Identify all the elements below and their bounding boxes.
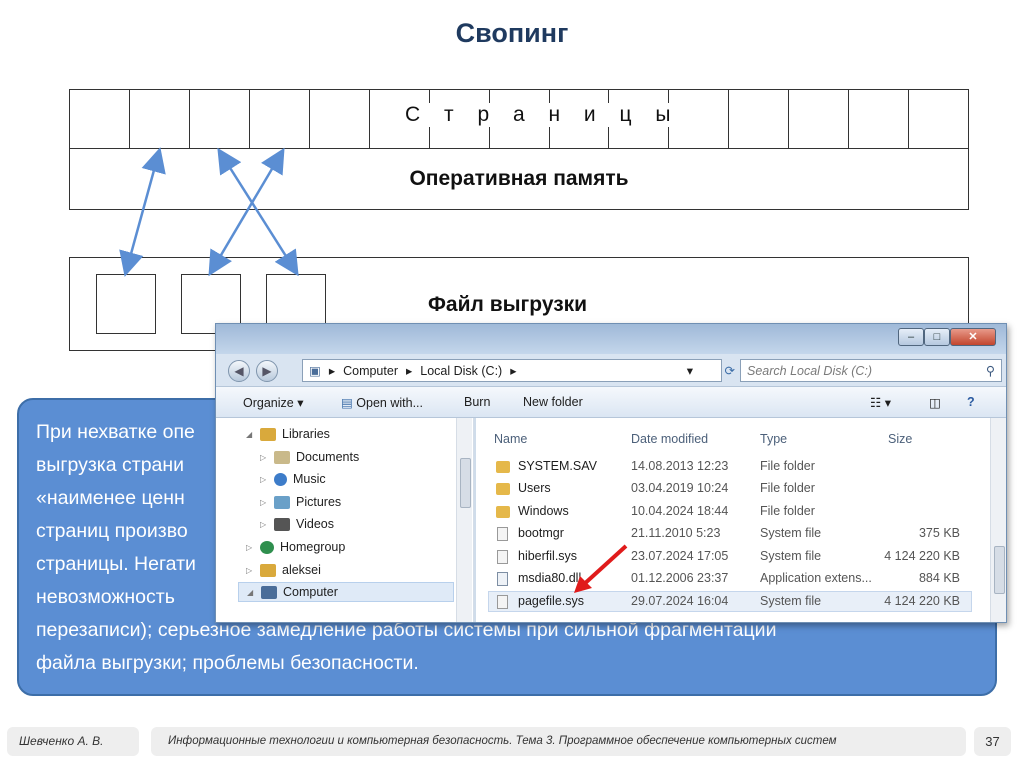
breadcrumb-computer[interactable]: Computer — [343, 364, 398, 378]
scrollbar-thumb[interactable] — [460, 458, 471, 508]
refresh-icon[interactable]: ⟳ — [725, 363, 735, 378]
command-bar: Organize ▾ ▤ Open with... Burn New folde… — [216, 386, 1006, 418]
breadcrumb-separator-icon: ▸ — [405, 364, 413, 378]
swap-file-label: Файл выгрузки — [428, 293, 588, 316]
expand-icon[interactable]: ▷ — [260, 498, 270, 507]
breadcrumb-local-disk[interactable]: Local Disk (C:) — [420, 364, 502, 378]
videos-icon — [274, 517, 290, 531]
burn-button[interactable]: Burn — [464, 395, 490, 409]
documents-icon — [274, 450, 290, 464]
column-header-date[interactable]: Date modified — [631, 432, 708, 446]
file-row[interactable]: bootmgr 21.11.2010 5:23 System file 375 … — [488, 523, 972, 544]
forward-button[interactable]: ▶ — [256, 360, 278, 382]
ram-page-cell — [729, 90, 790, 148]
pages-label: С т р а н и ц ы — [403, 103, 682, 127]
search-input[interactable]: Search Local Disk (C:) ⚲ — [740, 359, 1002, 382]
close-button[interactable]: ✕ — [950, 328, 996, 346]
views-button[interactable]: ☷ ▾ — [870, 395, 891, 410]
navigation-scrollbar[interactable] — [456, 418, 472, 622]
expand-icon[interactable]: ▷ — [260, 475, 270, 484]
ram-page-cell — [70, 90, 130, 148]
forward-arrow-icon: ▶ — [262, 364, 272, 378]
homegroup-icon — [260, 540, 274, 554]
address-dropdown-icon[interactable]: ▾ — [687, 363, 693, 378]
ram-page-cell — [130, 90, 190, 148]
file-row-selected[interactable]: pagefile.sys 29.07.2024 16:04 System fil… — [488, 591, 972, 612]
tree-item-libraries[interactable]: ◢ Libraries — [246, 424, 330, 444]
ram-page-cell — [849, 90, 910, 148]
back-button[interactable]: ◀ — [228, 360, 250, 382]
expand-icon[interactable]: ▷ — [260, 520, 270, 529]
help-icon[interactable]: ? — [967, 395, 975, 409]
system-file-icon — [497, 527, 508, 541]
swap-page-cell — [96, 274, 156, 334]
scrollbar-thumb[interactable] — [994, 546, 1005, 594]
slide-title: Свопинг — [455, 18, 569, 48]
address-row: ◀ ▶ ▣ ▸ Computer ▸ Local Disk (C:) ▸ ▾ ⟳… — [216, 354, 1006, 386]
file-row[interactable]: msdia80.dll 01.12.2006 23:37 Application… — [488, 568, 972, 589]
address-bar[interactable]: ▣ ▸ Computer ▸ Local Disk (C:) ▸ ▾ ⟳ — [302, 359, 735, 382]
views-icon: ☷ — [870, 396, 882, 410]
folder-icon — [496, 506, 510, 518]
collapse-icon[interactable]: ◢ — [247, 588, 257, 597]
navigation-pane: ◢ Libraries ▷ Documents ▷ Music ▷ Pictur… — [216, 418, 474, 622]
open-with-button[interactable]: ▤ Open with... — [341, 395, 423, 410]
footer-course: Информационные технологии и компьютерная… — [151, 727, 966, 756]
footer-author: Шевченко А. В. — [7, 727, 139, 756]
ram-page-cell — [310, 90, 370, 148]
ram-page-cell — [250, 90, 310, 148]
tree-item-aleksei[interactable]: ▷ aleksei — [246, 560, 321, 580]
column-header-type[interactable]: Type — [760, 432, 787, 446]
expand-icon[interactable]: ▷ — [260, 453, 270, 462]
pictures-icon — [274, 495, 290, 509]
explorer-window: – □ ✕ ◀ ▶ ▣ ▸ Computer ▸ Local Disk (C:)… — [215, 323, 1007, 623]
collapse-icon[interactable]: ◢ — [246, 430, 256, 439]
expand-icon[interactable]: ▷ — [246, 566, 256, 575]
ram-page-cell — [190, 90, 250, 148]
file-row[interactable]: Users 03.04.2019 10:24 File folder — [488, 478, 972, 499]
title-bar: – □ ✕ — [216, 324, 1006, 354]
new-folder-button[interactable]: New folder — [523, 395, 583, 409]
breadcrumb-separator-icon: ▸ — [328, 364, 336, 378]
ram-label: Оперативная память — [69, 149, 969, 210]
column-header-name[interactable]: Name — [494, 432, 527, 446]
page-number: 37 — [974, 727, 1011, 756]
tree-item-documents[interactable]: ▷ Documents — [260, 447, 359, 467]
user-folder-icon — [260, 563, 276, 577]
file-row[interactable]: SYSTEM.SAV 14.08.2013 12:23 File folder — [488, 456, 972, 477]
ram-page-cell — [909, 90, 968, 148]
maximize-button[interactable]: □ — [924, 328, 950, 346]
file-list-pane: Name Date modified Type Size SYSTEM.SAV … — [476, 418, 1006, 622]
expand-icon[interactable]: ▷ — [246, 543, 256, 552]
search-icon: ⚲ — [985, 364, 995, 378]
red-highlight-arrow — [574, 544, 628, 593]
search-placeholder: Search Local Disk (C:) — [747, 363, 873, 378]
file-list-scrollbar[interactable] — [990, 418, 1006, 622]
music-icon — [274, 472, 287, 486]
file-row[interactable]: hiberfil.sys 23.07.2024 17:05 System fil… — [488, 546, 972, 567]
tree-item-computer[interactable]: ◢ Computer — [238, 582, 454, 602]
computer-icon — [261, 585, 277, 599]
folder-icon — [496, 461, 510, 473]
computer-small-icon: ▣ — [309, 364, 321, 378]
system-file-icon — [497, 550, 508, 564]
breadcrumb-separator-icon: ▸ — [510, 364, 517, 378]
description-line: файла выгрузки; проблемы безопасности. — [36, 652, 419, 674]
ram-page-cell — [789, 90, 850, 148]
tree-item-pictures[interactable]: ▷ Pictures — [260, 492, 341, 512]
file-row[interactable]: Windows 10.04.2024 18:44 File folder — [488, 501, 972, 522]
column-header-size[interactable]: Size — [888, 432, 912, 446]
dll-file-icon — [497, 572, 508, 586]
preview-pane-icon[interactable]: ◫ — [929, 395, 941, 410]
tree-item-homegroup[interactable]: ▷ Homegroup — [246, 537, 345, 557]
tree-item-videos[interactable]: ▷ Videos — [260, 514, 334, 534]
folder-icon — [496, 483, 510, 495]
minimize-button[interactable]: – — [898, 328, 924, 346]
organize-button[interactable]: Organize ▾ — [243, 395, 303, 410]
tree-item-music[interactable]: ▷ Music — [260, 469, 326, 489]
system-file-icon — [497, 595, 508, 609]
libraries-icon — [260, 427, 276, 441]
back-arrow-icon: ◀ — [234, 364, 244, 378]
open-with-icon: ▤ — [341, 396, 357, 410]
